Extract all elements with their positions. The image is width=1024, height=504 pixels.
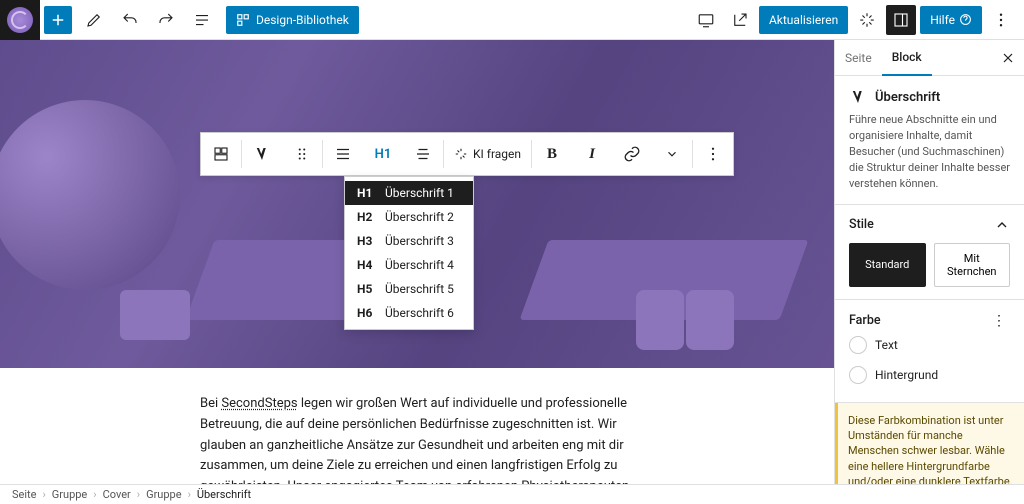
align-button[interactable] [323, 134, 363, 174]
tab-page[interactable]: Seite [835, 41, 882, 75]
style-asterisk-button[interactable]: Mit Sternchen [934, 243, 1011, 287]
close-sidebar-button[interactable] [992, 42, 1024, 74]
breadcrumb-item[interactable]: Gruppe [52, 488, 87, 501]
styles-panel-toggle[interactable]: Stile [849, 217, 1010, 233]
more-options-button[interactable] [986, 5, 1016, 35]
undo-button[interactable] [116, 6, 144, 34]
add-block-button[interactable] [44, 6, 72, 34]
breadcrumb-item[interactable]: Cover [103, 488, 131, 501]
link-button[interactable] [612, 134, 652, 174]
help-button[interactable]: Hilfe [920, 6, 982, 34]
more-formatting-button[interactable] [652, 134, 692, 174]
heading-icon [849, 88, 867, 106]
text-color-swatch [849, 336, 867, 354]
italic-button[interactable]: I [572, 134, 612, 174]
contrast-warning: Diese Farbkombination ist unter Umstände… [835, 403, 1024, 484]
ai-sparkle-button[interactable] [852, 5, 882, 35]
heading-option-h1[interactable]: H1Überschrift 1 [345, 181, 473, 205]
body-paragraph[interactable]: Bei SecondSteps legen wir großen Wert au… [200, 394, 634, 484]
bold-button[interactable]: B [532, 134, 572, 174]
breadcrumb: Seite› Gruppe› Cover› Gruppe› Überschrif… [0, 484, 1024, 504]
heading-option-h3[interactable]: H3Überschrift 3 [345, 229, 473, 253]
color-text-row[interactable]: Text [849, 330, 1010, 360]
open-preview-button[interactable] [725, 5, 755, 35]
decor-towel [636, 290, 684, 350]
block-options-button[interactable] [693, 134, 733, 174]
breadcrumb-item[interactable]: Seite [12, 488, 36, 501]
color-panel-title: Farbe [849, 313, 881, 328]
editor-canvas[interactable]: Vertrau… f unsere …ung nbaren H1 KI frag… [0, 40, 834, 484]
decor-ball [0, 100, 180, 290]
heading-option-h4[interactable]: H4Überschrift 4 [345, 253, 473, 277]
heading-option-h6[interactable]: H6Überschrift 6 [345, 301, 473, 325]
heading-option-h2[interactable]: H2Überschrift 2 [345, 205, 473, 229]
list-view-button[interactable] [188, 6, 216, 34]
view-desktop-button[interactable] [691, 5, 721, 35]
block-description: Führe neue Abschnitte ein und organisier… [849, 112, 1010, 192]
block-type-button[interactable] [242, 134, 282, 174]
heading-option-h5[interactable]: H5Überschrift 5 [345, 277, 473, 301]
parent-block-button[interactable] [201, 134, 241, 174]
drag-handle[interactable] [282, 134, 322, 174]
bg-color-swatch [849, 366, 867, 384]
design-library-button[interactable]: Design-Bibliothek [226, 6, 359, 34]
text-align-button[interactable] [403, 134, 443, 174]
chevron-up-icon [994, 217, 1010, 233]
block-toolbar: H1 KI fragen B I [200, 132, 734, 176]
breadcrumb-current: Überschrift [197, 488, 251, 501]
style-standard-button[interactable]: Standard [849, 243, 926, 287]
update-button[interactable]: Aktualisieren [759, 6, 848, 34]
redo-button[interactable] [152, 6, 180, 34]
settings-panel-toggle[interactable] [886, 5, 916, 35]
breadcrumb-item[interactable]: Gruppe [146, 488, 181, 501]
ai-ask-button[interactable]: KI fragen [444, 134, 531, 174]
design-library-label: Design-Bibliothek [256, 13, 349, 27]
site-logo[interactable] [0, 0, 40, 40]
settings-sidebar: Seite Block Überschrift Führe neue Absch… [834, 40, 1024, 484]
color-bg-row[interactable]: Hintergrund [849, 360, 1010, 390]
heading-level-dropdown: H1Überschrift 1 H2Überschrift 2 H3Übersc… [344, 176, 474, 330]
decor-towel [120, 290, 190, 340]
tab-block[interactable]: Block [882, 40, 932, 76]
decor-towel [686, 290, 734, 350]
edit-mode-button[interactable] [80, 6, 108, 34]
color-options-button[interactable]: ⋮ [988, 312, 1010, 330]
heading-level-button[interactable]: H1 [363, 134, 403, 174]
block-name: Überschrift [875, 90, 940, 105]
